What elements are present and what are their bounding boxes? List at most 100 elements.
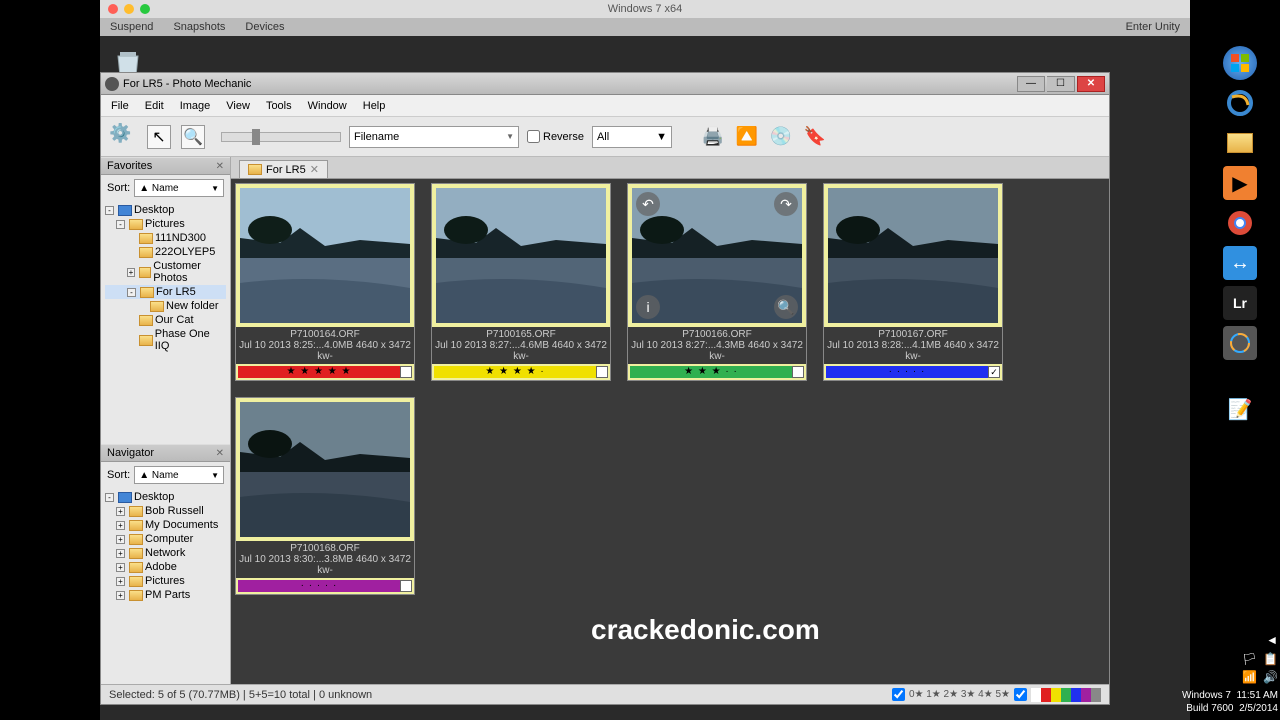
- star-filter-labels[interactable]: 0★ 1★ 2★ 3★ 4★ 5★: [909, 689, 1010, 700]
- network-icon[interactable]: 📶: [1242, 670, 1257, 686]
- thumbnail-grid: P7100164.ORF Jul 10 2013 8:25:...4.0MB 4…: [231, 179, 1109, 684]
- tree-item[interactable]: New folder: [105, 299, 226, 313]
- volume-icon[interactable]: 🔊: [1263, 670, 1278, 686]
- notify-icon[interactable]: 📋: [1263, 652, 1278, 668]
- thumbnail[interactable]: ↶ ↷ i 🔍 P7100166.ORF Jul 10 2013 8:27:..…: [627, 183, 807, 381]
- mac-close-dot[interactable]: [108, 4, 118, 14]
- thumbnail-image[interactable]: [240, 402, 410, 537]
- menu-edit[interactable]: Edit: [145, 100, 164, 112]
- tree-item-desktop[interactable]: -Desktop: [105, 490, 226, 504]
- media-player-icon[interactable]: ▶: [1223, 166, 1257, 200]
- tree-item[interactable]: +Customer Photos: [105, 259, 226, 285]
- zoom-icon[interactable]: 🔍: [774, 295, 798, 319]
- thumbnail-rating[interactable]: · · · · ·: [824, 364, 1002, 380]
- info-icon[interactable]: i: [636, 295, 660, 319]
- thumb-size-slider[interactable]: [221, 132, 341, 142]
- tree-item[interactable]: +PM Parts: [105, 588, 226, 602]
- tree-item[interactable]: +Bob Russell: [105, 504, 226, 518]
- tree-item[interactable]: 111ND300: [105, 231, 226, 245]
- mac-min-dot[interactable]: [124, 4, 134, 14]
- tree-item[interactable]: +Network: [105, 546, 226, 560]
- menu-file[interactable]: File: [111, 100, 129, 112]
- panel-close-icon[interactable]: ✕: [216, 161, 224, 172]
- tree-item[interactable]: +Adobe: [105, 560, 226, 574]
- gear-icon[interactable]: ⚙️: [109, 123, 137, 151]
- thumbnail-rating[interactable]: ★ ★ ★ · ·: [628, 364, 806, 380]
- tree-item-pictures[interactable]: -Pictures: [105, 217, 226, 231]
- mac-menu-suspend[interactable]: Suspend: [110, 21, 153, 33]
- tree-item-selected[interactable]: -For LR5: [105, 285, 226, 299]
- menu-view[interactable]: View: [226, 100, 250, 112]
- panel-close-icon[interactable]: ✕: [216, 448, 224, 459]
- tree-item[interactable]: Our Cat: [105, 313, 226, 327]
- tag-checkbox[interactable]: [596, 366, 608, 378]
- tag-checkbox[interactable]: [400, 366, 412, 378]
- print-icon[interactable]: 🖨️: [700, 124, 726, 150]
- star-filter-checkbox[interactable]: [892, 688, 905, 701]
- rotate-left-icon[interactable]: ↶: [636, 192, 660, 216]
- thumbnail-image[interactable]: [240, 188, 410, 323]
- thumbnail[interactable]: P7100168.ORF Jul 10 2013 8:30:...3.8MB 4…: [235, 397, 415, 595]
- teamviewer-icon[interactable]: ↔: [1223, 246, 1257, 280]
- menu-tools[interactable]: Tools: [266, 100, 292, 112]
- chrome-icon[interactable]: [1223, 206, 1257, 240]
- tag-checkbox[interactable]: [988, 366, 1000, 378]
- reverse-checkbox[interactable]: Reverse: [527, 130, 584, 143]
- titlebar[interactable]: For LR5 - Photo Mechanic — ☐ ✕: [101, 73, 1109, 95]
- photo-mechanic-icon[interactable]: [1223, 326, 1257, 360]
- thumbnail-info: P7100166.ORF Jul 10 2013 8:27:...4.3MB 4…: [628, 327, 806, 364]
- menu-image[interactable]: Image: [180, 100, 211, 112]
- thumbnail-image[interactable]: ↶ ↷ i 🔍: [632, 188, 802, 323]
- menu-help[interactable]: Help: [363, 100, 386, 112]
- lightroom-icon[interactable]: Lr: [1223, 286, 1257, 320]
- burn-icon[interactable]: 💿: [768, 124, 794, 150]
- tab-folder[interactable]: For LR5 ✕: [239, 160, 328, 178]
- tray-time[interactable]: 11:51 AM: [1236, 690, 1278, 701]
- mac-menu-unity[interactable]: Enter Unity: [1126, 21, 1180, 33]
- rotate-right-icon[interactable]: ↷: [774, 192, 798, 216]
- tray-arrow-icon[interactable]: ◄: [1266, 633, 1278, 649]
- zoom-tool-button[interactable]: 🔍: [181, 125, 205, 149]
- statusbar: Selected: 5 of 5 (70.77MB) | 5+5=10 tota…: [101, 684, 1109, 704]
- flag-icon[interactable]: 🏳: [1242, 652, 1257, 668]
- tree-item[interactable]: Phase One IIQ: [105, 327, 226, 353]
- navigator-sort-dropdown[interactable]: ▲ Name▼: [134, 466, 224, 484]
- mac-max-dot[interactable]: [140, 4, 150, 14]
- tag-checkbox[interactable]: [792, 366, 804, 378]
- thumbnail[interactable]: P7100164.ORF Jul 10 2013 8:25:...4.0MB 4…: [235, 183, 415, 381]
- thumbnail[interactable]: P7100165.ORF Jul 10 2013 8:27:...4.6MB 4…: [431, 183, 611, 381]
- thumbnail-rating[interactable]: ★ ★ ★ ★ ·: [432, 364, 610, 380]
- ie-icon[interactable]: [1223, 86, 1257, 120]
- color-filter-checkbox[interactable]: [1014, 688, 1027, 701]
- tree-item[interactable]: +Computer: [105, 532, 226, 546]
- sort-field-dropdown[interactable]: Filename▼: [349, 126, 519, 148]
- start-orb-icon[interactable]: [1223, 46, 1257, 80]
- thumbnail-image[interactable]: [828, 188, 998, 323]
- tree-item[interactable]: +Pictures: [105, 574, 226, 588]
- color-swatches[interactable]: [1031, 688, 1101, 702]
- filter-dropdown[interactable]: All▼: [592, 126, 672, 148]
- close-button[interactable]: ✕: [1077, 76, 1105, 92]
- tag-checkbox[interactable]: [400, 580, 412, 592]
- maximize-button[interactable]: ☐: [1047, 76, 1075, 92]
- thumbnail-image[interactable]: [436, 188, 606, 323]
- explorer-icon[interactable]: [1223, 126, 1257, 160]
- mac-menu-devices[interactable]: Devices: [245, 21, 284, 33]
- upload-icon[interactable]: 🔼: [734, 124, 760, 150]
- menu-window[interactable]: Window: [308, 100, 347, 112]
- tree-item[interactable]: +My Documents: [105, 518, 226, 532]
- cursor-tool-button[interactable]: ↖: [147, 125, 171, 149]
- thumbnail-rating[interactable]: · · · · ·: [236, 578, 414, 594]
- thumbnail-rating[interactable]: ★ ★ ★ ★ ★: [236, 364, 414, 380]
- tab-close-icon[interactable]: ✕: [310, 163, 319, 176]
- tree-item[interactable]: 222OLYEP5: [105, 245, 226, 259]
- tray-date[interactable]: 2/5/2014: [1239, 703, 1278, 714]
- tree-item-desktop[interactable]: -Desktop: [105, 203, 226, 217]
- favorites-sort-dropdown[interactable]: ▲ Name▼: [134, 179, 224, 197]
- thumbnail-info: P7100165.ORF Jul 10 2013 8:27:...4.6MB 4…: [432, 327, 610, 364]
- tag-icon[interactable]: 🔖: [802, 124, 828, 150]
- notes-icon[interactable]: 📝: [1223, 392, 1257, 426]
- minimize-button[interactable]: —: [1017, 76, 1045, 92]
- mac-menu-snapshots[interactable]: Snapshots: [173, 21, 225, 33]
- thumbnail[interactable]: P7100167.ORF Jul 10 2013 8:28:...4.1MB 4…: [823, 183, 1003, 381]
